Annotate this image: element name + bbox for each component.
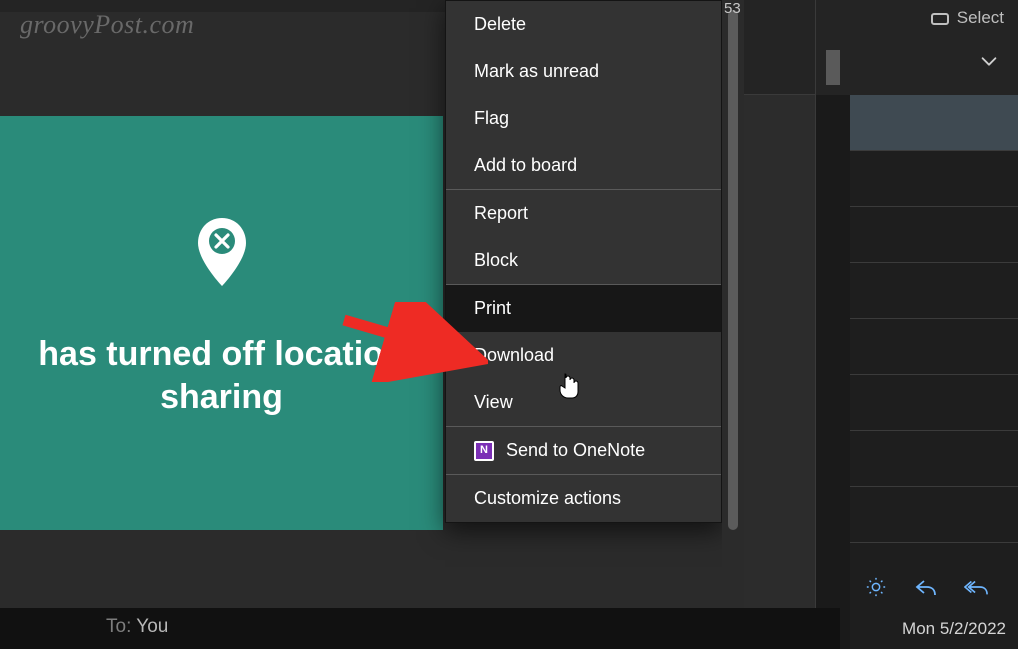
footer-date: Mon 5/2/2022 xyxy=(902,619,1006,639)
list-item[interactable] xyxy=(850,319,1018,375)
message-to-line: To: You xyxy=(106,616,168,638)
app-stage: groovyPost.com has turned off location s… xyxy=(0,0,1018,649)
menu-item-print[interactable]: Print xyxy=(446,285,721,332)
list-item[interactable] xyxy=(850,263,1018,319)
menu-item-label: Customize actions xyxy=(474,488,621,509)
list-item[interactable] xyxy=(850,207,1018,263)
scrollbar-thumb[interactable] xyxy=(826,50,840,85)
menu-item-report[interactable]: Report xyxy=(446,190,721,237)
list-item[interactable] xyxy=(850,151,1018,207)
menu-item-label: Mark as unread xyxy=(474,61,599,82)
menu-item-label: Report xyxy=(474,203,528,224)
reply-all-icon[interactable] xyxy=(964,575,988,599)
location-sharing-banner: has turned off location sharing xyxy=(0,116,443,530)
banner-line-2: sharing xyxy=(0,376,443,419)
context-menu-scrollbar[interactable] xyxy=(722,0,744,608)
menu-item-delete[interactable]: Delete xyxy=(446,1,721,48)
menu-item-send-to-onenote[interactable]: N Send to OneNote xyxy=(446,427,721,474)
menu-item-flag[interactable]: Flag xyxy=(446,95,721,142)
to-value: You xyxy=(136,616,168,637)
menu-item-label: Download xyxy=(474,345,554,366)
banner-line-1: has turned off location xyxy=(0,333,443,376)
spacer-column xyxy=(744,0,816,649)
scrollbar-thumb[interactable] xyxy=(728,10,738,530)
spacer-column-header xyxy=(744,0,815,95)
menu-item-label: Block xyxy=(474,250,518,271)
reply-icon[interactable] xyxy=(914,575,938,599)
list-item[interactable] xyxy=(850,375,1018,431)
select-icon xyxy=(931,13,949,25)
select-label: Select xyxy=(957,8,1004,28)
context-menu: Delete Mark as unread Flag Add to board … xyxy=(445,0,722,523)
menu-item-mark-unread[interactable]: Mark as unread xyxy=(446,48,721,95)
menu-item-download[interactable]: Download xyxy=(446,332,721,379)
menu-item-label: View xyxy=(474,392,513,413)
list-item[interactable] xyxy=(850,487,1018,543)
onenote-icon: N xyxy=(474,441,494,461)
menu-item-customize-actions[interactable]: Customize actions xyxy=(446,475,721,522)
list-item[interactable] xyxy=(850,431,1018,487)
sidebar-rows xyxy=(850,95,1018,543)
message-list-scrollbar[interactable]: ▾ xyxy=(816,0,850,649)
menu-item-label: Delete xyxy=(474,14,526,35)
sidebar-header: Select xyxy=(850,0,1018,95)
list-item[interactable] xyxy=(850,95,1018,151)
banner-text: has turned off location sharing xyxy=(0,333,443,418)
quick-actions xyxy=(850,567,1018,607)
menu-item-add-to-board[interactable]: Add to board xyxy=(446,142,721,189)
chevron-down-icon[interactable] xyxy=(978,50,1000,77)
menu-item-label: Print xyxy=(474,298,511,319)
watermark-text: groovyPost.com xyxy=(20,10,194,40)
to-label: To: xyxy=(106,616,131,637)
select-toggle[interactable]: Select xyxy=(931,8,1004,28)
right-sidebar: Select Mon 5/2/2 xyxy=(850,0,1018,649)
sun-icon[interactable] xyxy=(864,575,888,599)
location-pin-x-icon xyxy=(195,216,249,293)
menu-item-label: Flag xyxy=(474,108,509,129)
menu-item-label: Send to OneNote xyxy=(506,440,645,461)
menu-item-block[interactable]: Block xyxy=(446,237,721,284)
menu-item-label: Add to board xyxy=(474,155,577,176)
menu-item-view[interactable]: View xyxy=(446,379,721,426)
